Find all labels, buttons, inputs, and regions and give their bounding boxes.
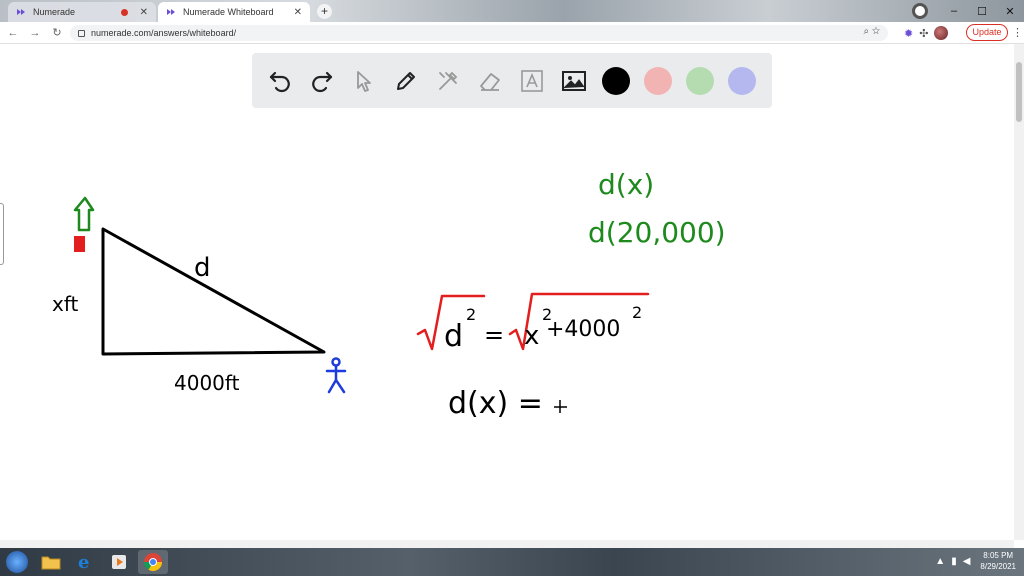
close-tab-icon[interactable]: ✕ xyxy=(140,7,148,18)
eraser-button[interactable] xyxy=(476,67,504,95)
taskbar-chrome[interactable] xyxy=(138,550,168,574)
zoom-icon[interactable]: ⌕ ☆ xyxy=(863,26,880,37)
eq-const-exp: 2 xyxy=(632,303,642,322)
eq-lhs: d xyxy=(444,319,463,354)
back-icon[interactable]: ← xyxy=(4,27,22,39)
lock-icon xyxy=(78,29,85,37)
media-player-icon xyxy=(112,555,126,569)
clock-date: 8/29/2021 xyxy=(980,562,1016,571)
scroll-thumb[interactable] xyxy=(1016,62,1022,122)
image-icon xyxy=(562,70,586,91)
svg-text:e: e xyxy=(78,552,89,572)
image-button[interactable] xyxy=(560,67,588,95)
taskbar-internet-explorer[interactable]: e xyxy=(70,550,100,574)
triangle xyxy=(101,227,326,356)
tools-button[interactable] xyxy=(434,67,462,95)
tray-arrow-icon[interactable]: ▲ xyxy=(935,556,945,567)
redo-icon xyxy=(312,71,333,92)
close-window-icon[interactable]: ✕ xyxy=(996,5,1024,18)
taskbar-file-explorer[interactable] xyxy=(36,550,66,574)
avatar[interactable] xyxy=(934,26,949,40)
puzzle-icon[interactable]: ✣ xyxy=(919,27,928,40)
text-icon xyxy=(521,69,543,92)
color-red-swatch[interactable] xyxy=(644,66,672,95)
tab-numerade[interactable]: Numerade ✕ xyxy=(8,2,156,22)
window-controls: – ☐ ✕ xyxy=(912,0,1024,22)
tools-icon xyxy=(439,71,458,90)
eq-x: x xyxy=(524,321,539,351)
tab-numerade-whiteboard[interactable]: Numerade Whiteboard ✕ xyxy=(158,2,310,22)
update-button[interactable]: Update xyxy=(966,24,1008,41)
pointer-icon xyxy=(357,70,371,92)
forward-icon[interactable]: → xyxy=(26,27,44,39)
note-d-of-20000: d(20,000) xyxy=(588,216,726,249)
label-hypotenuse-d: d xyxy=(194,253,211,283)
clock[interactable]: 8:05 PM 8/29/2021 xyxy=(980,550,1016,572)
taskbar-media-player[interactable] xyxy=(104,550,134,574)
green-arrow-shape xyxy=(73,196,95,232)
browser-toolbar: ← → ↻ numerade.com/answers/whiteboard/ ⌕… xyxy=(0,22,1024,44)
redo-button[interactable] xyxy=(308,67,336,95)
equation-sqrt: d 2 = x 2 +4000 2 xyxy=(416,292,650,354)
blue-stick-figure xyxy=(325,357,347,394)
reload-icon[interactable]: ↻ xyxy=(48,26,66,39)
eq-d-of-x: d(x) = xyxy=(448,386,543,421)
red-marker-shape xyxy=(74,236,85,252)
volume-icon[interactable]: ◀ xyxy=(963,556,971,567)
screen: Numerade ✕ Numerade Whiteboard ✕ + – ☐ ✕… xyxy=(0,0,1024,576)
undo-button[interactable] xyxy=(266,67,294,95)
eq-plus-4000: +4000 xyxy=(546,317,620,342)
eraser-icon xyxy=(480,72,500,91)
pen-button[interactable] xyxy=(392,67,420,95)
clock-time: 8:05 PM xyxy=(983,551,1014,560)
close-tab-icon[interactable]: ✕ xyxy=(294,7,302,18)
text-button[interactable] xyxy=(518,67,546,95)
numerade-logo-icon xyxy=(17,9,25,15)
eq-lhs-exp: 2 xyxy=(466,305,476,324)
extension-icon[interactable]: ✹ xyxy=(904,27,913,40)
label-height-xft: xft xyxy=(52,292,79,316)
cursor-crosshair-icon xyxy=(554,400,567,413)
address-bar[interactable]: numerade.com/answers/whiteboard/ ⌕ ☆ xyxy=(70,25,888,41)
eq-equals: = xyxy=(484,321,504,349)
extensions: ✹ ✣ xyxy=(904,26,949,40)
undo-icon xyxy=(269,71,290,92)
start-button[interactable] xyxy=(6,551,28,573)
numerade-logo-icon xyxy=(167,9,175,15)
whiteboard-toolbar xyxy=(252,53,772,108)
network-icon[interactable]: ▮ xyxy=(951,556,957,567)
maximize-icon[interactable]: ☐ xyxy=(968,5,996,18)
url-text: numerade.com/answers/whiteboard/ xyxy=(91,28,237,38)
recording-icon xyxy=(120,8,128,16)
folder-icon xyxy=(41,556,61,570)
chrome-icon xyxy=(144,553,162,572)
tab-title: Numerade xyxy=(33,7,76,17)
new-tab-button[interactable]: + xyxy=(317,4,332,19)
menu-icon[interactable]: ⋮ xyxy=(1012,26,1023,39)
horizontal-scrollbar[interactable] xyxy=(0,540,1014,548)
whiteboard-drawing: d xft 4000ft d(x) d(20,000) d 2 = x 2 +4… xyxy=(52,168,726,421)
color-blue-swatch[interactable] xyxy=(728,66,756,95)
profile-icon[interactable] xyxy=(912,3,928,19)
color-green-swatch[interactable] xyxy=(686,66,714,95)
minimize-icon[interactable]: – xyxy=(940,5,968,17)
vertical-scrollbar[interactable] xyxy=(1014,44,1024,540)
label-base-4000ft: 4000ft xyxy=(174,371,240,395)
taskbar: e ▲ ▮ ◀ 8:05 PM 8/29/2021 xyxy=(0,548,1024,576)
system-tray: ▲ ▮ ◀ 8:05 PM 8/29/2021 xyxy=(935,550,1016,572)
internet-explorer-icon: e xyxy=(78,552,89,572)
color-black-swatch[interactable] xyxy=(602,66,630,95)
note-d-of-x: d(x) xyxy=(598,168,654,201)
tab-title: Numerade Whiteboard xyxy=(183,7,274,17)
tab-strip: Numerade ✕ Numerade Whiteboard ✕ + – ☐ ✕ xyxy=(0,0,1024,22)
pointer-button[interactable] xyxy=(350,67,378,95)
pen-icon xyxy=(397,71,415,90)
